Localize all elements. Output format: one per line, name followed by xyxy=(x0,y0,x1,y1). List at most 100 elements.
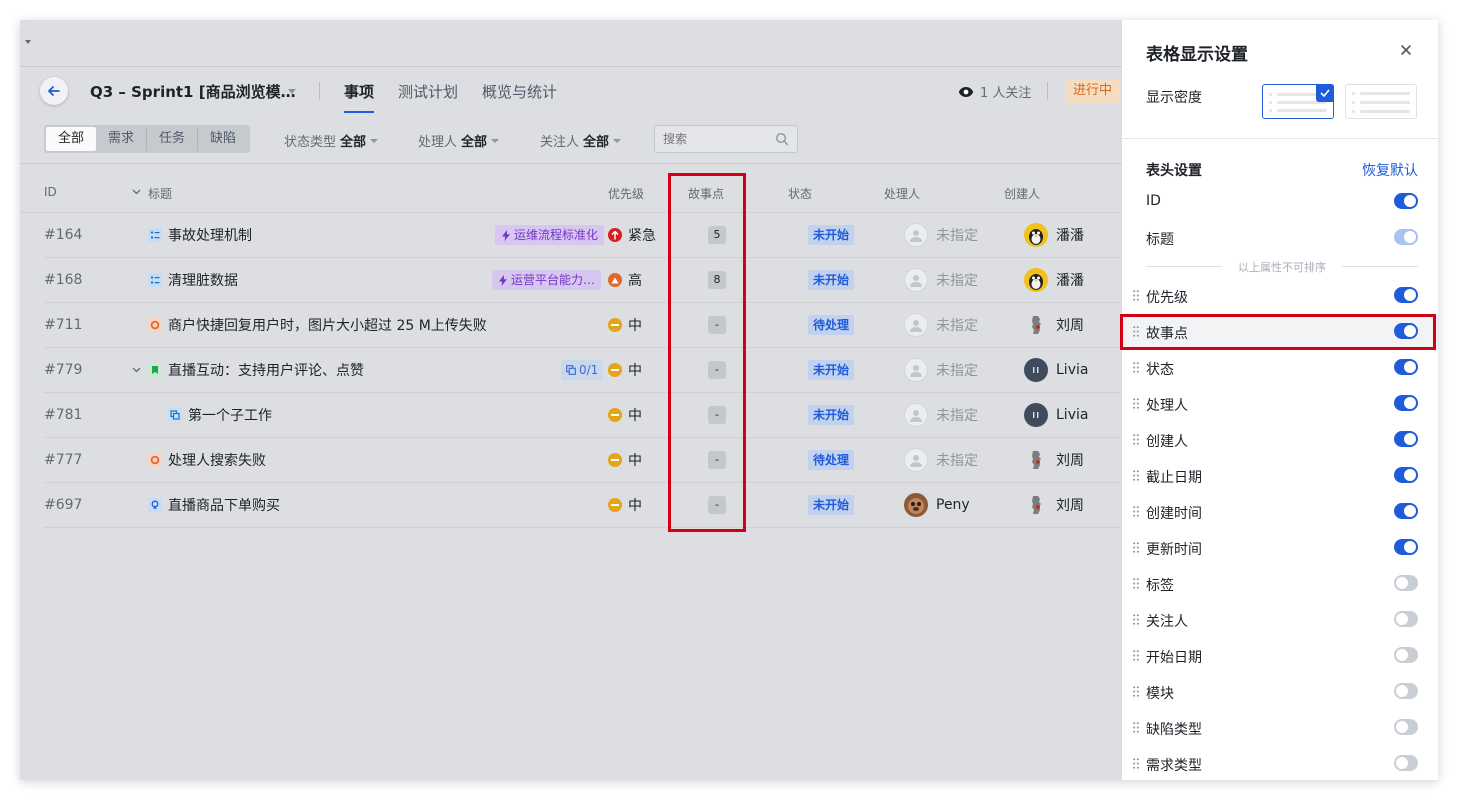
field-toggle[interactable] xyxy=(1394,539,1418,555)
density-loose-option[interactable] xyxy=(1345,84,1417,119)
table-row[interactable]: #697 直播商品下单购买 中 - 未开始 Peny 刘周 xyxy=(44,483,1120,528)
assignee-name[interactable]: 未指定 xyxy=(936,450,978,470)
search-input[interactable] xyxy=(655,126,765,152)
issue-id[interactable]: #777 xyxy=(44,438,82,482)
table-row[interactable]: #164 事故处理机制 运维流程标准化 紧急 5 未开始 未指定 潘潘 xyxy=(44,213,1120,258)
chevron-down-icon[interactable] xyxy=(132,367,141,373)
table-row[interactable]: #711 商户快捷回复用户时，图片大小超过 25 M上传失败 中 - 待处理 未… xyxy=(44,303,1120,348)
drag-handle-icon[interactable] xyxy=(1133,434,1139,445)
sprint-dropdown-icon[interactable] xyxy=(288,89,296,94)
drag-handle-icon[interactable] xyxy=(1133,542,1139,553)
field-toggle[interactable] xyxy=(1394,755,1418,771)
search-icon[interactable] xyxy=(775,132,789,146)
assignee-name[interactable]: 未指定 xyxy=(936,270,978,290)
epic-tag[interactable]: 运维流程标准化 xyxy=(495,225,605,245)
field-toggle[interactable] xyxy=(1394,611,1418,627)
segment-all[interactable]: 全部 xyxy=(46,127,97,151)
creator-name[interactable]: Livia xyxy=(1056,362,1088,378)
drag-handle-icon[interactable] xyxy=(1133,686,1139,697)
issue-title[interactable]: 处理人搜索失败 xyxy=(168,450,266,470)
status-badge[interactable]: 未开始 xyxy=(808,225,855,245)
issue-title[interactable]: 直播商品下单购买 xyxy=(168,495,280,515)
issue-title[interactable]: 直播互动：支持用户评论、点赞 xyxy=(168,360,364,380)
col-title[interactable]: 标题 xyxy=(148,185,172,202)
sprint-title[interactable]: Q3 – Sprint1 [商品浏览模… xyxy=(90,81,296,102)
drag-handle-icon[interactable] xyxy=(1133,722,1139,733)
issue-id[interactable]: #168 xyxy=(44,258,82,302)
issue-title[interactable]: 商户快捷回复用户时，图片大小超过 25 M上传失败 xyxy=(168,315,487,335)
status-badge[interactable]: 未开始 xyxy=(808,360,855,380)
creator-name[interactable]: 潘潘 xyxy=(1056,225,1084,245)
issue-id[interactable]: #779 xyxy=(44,348,82,392)
issue-id[interactable]: #711 xyxy=(44,303,82,347)
segment-task[interactable]: 任务 xyxy=(147,127,199,151)
back-button[interactable] xyxy=(40,77,68,105)
assignee-name[interactable]: Peny xyxy=(936,497,970,513)
field-toggle[interactable] xyxy=(1394,647,1418,663)
issue-title[interactable]: 清理脏数据 xyxy=(168,270,238,290)
issue-title[interactable]: 事故处理机制 xyxy=(168,225,252,245)
assignee-name[interactable]: 未指定 xyxy=(936,360,978,380)
field-toggle[interactable] xyxy=(1394,359,1418,375)
close-icon[interactable] xyxy=(1398,42,1414,58)
segment-requirement[interactable]: 需求 xyxy=(96,127,148,151)
status-badge[interactable]: 未开始 xyxy=(808,495,855,515)
issue-id[interactable]: #164 xyxy=(44,213,82,257)
creator-name[interactable]: 刘周 xyxy=(1056,450,1084,470)
density-compact-option[interactable] xyxy=(1262,84,1334,119)
subtask-count-badge[interactable]: 0/1 xyxy=(561,360,604,380)
creator-name[interactable]: 刘周 xyxy=(1056,495,1084,515)
status-badge[interactable]: 待处理 xyxy=(808,450,855,470)
col-creator[interactable]: 创建人 xyxy=(1004,185,1040,202)
status-badge[interactable]: 未开始 xyxy=(808,270,855,290)
field-toggle[interactable] xyxy=(1394,287,1418,303)
collapse-caret-icon[interactable] xyxy=(25,40,31,44)
status-type-filter[interactable]: 状态类型 全部 xyxy=(284,131,379,150)
status-badge[interactable]: 未开始 xyxy=(808,405,855,425)
issue-title[interactable]: 第一个子工作 xyxy=(188,405,272,425)
field-toggle[interactable] xyxy=(1394,467,1418,483)
creator-name[interactable]: Livia xyxy=(1056,407,1088,423)
col-id[interactable]: ID xyxy=(44,185,57,199)
field-toggle[interactable] xyxy=(1394,575,1418,591)
field-toggle[interactable] xyxy=(1394,719,1418,735)
assignee-name[interactable]: 未指定 xyxy=(936,405,978,425)
col-priority[interactable]: 优先级 xyxy=(608,185,644,202)
table-row[interactable]: #779 直播互动：支持用户评论、点赞 0/1 中 - 未开始 未指定 Livi xyxy=(44,348,1120,393)
drag-handle-icon[interactable] xyxy=(1133,614,1139,625)
issue-id[interactable]: #781 xyxy=(44,393,82,437)
table-row[interactable]: #777 处理人搜索失败 中 - 待处理 未指定 刘周 xyxy=(44,438,1120,483)
drag-handle-icon[interactable] xyxy=(1133,470,1139,481)
epic-tag[interactable]: 运营平台能力… xyxy=(492,270,602,290)
field-toggle[interactable] xyxy=(1394,431,1418,447)
sprint-status-badge[interactable]: 进行中 xyxy=(1065,79,1121,103)
field-toggle[interactable] xyxy=(1394,193,1418,209)
drag-handle-icon[interactable] xyxy=(1133,650,1139,661)
table-row[interactable]: #781 第一个子工作 中 - 未开始 未指定 Livia xyxy=(44,393,1120,438)
creator-name[interactable]: 潘潘 xyxy=(1056,270,1084,290)
drag-handle-icon[interactable] xyxy=(1133,758,1139,769)
drag-handle-icon[interactable] xyxy=(1133,398,1139,409)
drag-handle-icon[interactable] xyxy=(1133,290,1139,301)
table-row[interactable]: #168 清理脏数据 运营平台能力… 高 8 未开始 未指定 潘潘 xyxy=(44,258,1120,303)
chevron-down-icon[interactable] xyxy=(132,189,141,195)
creator-name[interactable]: 刘周 xyxy=(1056,315,1084,335)
followers[interactable]: 1 人关注 xyxy=(958,82,1031,101)
assignee-name[interactable]: 未指定 xyxy=(936,315,978,335)
field-toggle[interactable] xyxy=(1394,395,1418,411)
status-badge[interactable]: 待处理 xyxy=(808,315,855,335)
drag-handle-icon[interactable] xyxy=(1133,362,1139,373)
col-status[interactable]: 状态 xyxy=(788,185,812,202)
field-toggle[interactable] xyxy=(1394,503,1418,519)
issue-id[interactable]: #697 xyxy=(44,483,82,527)
segment-bug[interactable]: 缺陷 xyxy=(198,127,248,151)
drag-handle-icon[interactable] xyxy=(1133,506,1139,517)
assignee-filter[interactable]: 处理人 全部 xyxy=(418,131,500,150)
tab-test-plan[interactable]: 测试计划 xyxy=(398,81,458,102)
follower-filter[interactable]: 关注人 全部 xyxy=(540,131,622,150)
drag-handle-icon[interactable] xyxy=(1133,578,1139,589)
restore-default-link[interactable]: 恢复默认 xyxy=(1362,160,1418,180)
col-assignee[interactable]: 处理人 xyxy=(884,185,920,202)
assignee-name[interactable]: 未指定 xyxy=(936,225,978,245)
field-toggle[interactable] xyxy=(1394,683,1418,699)
